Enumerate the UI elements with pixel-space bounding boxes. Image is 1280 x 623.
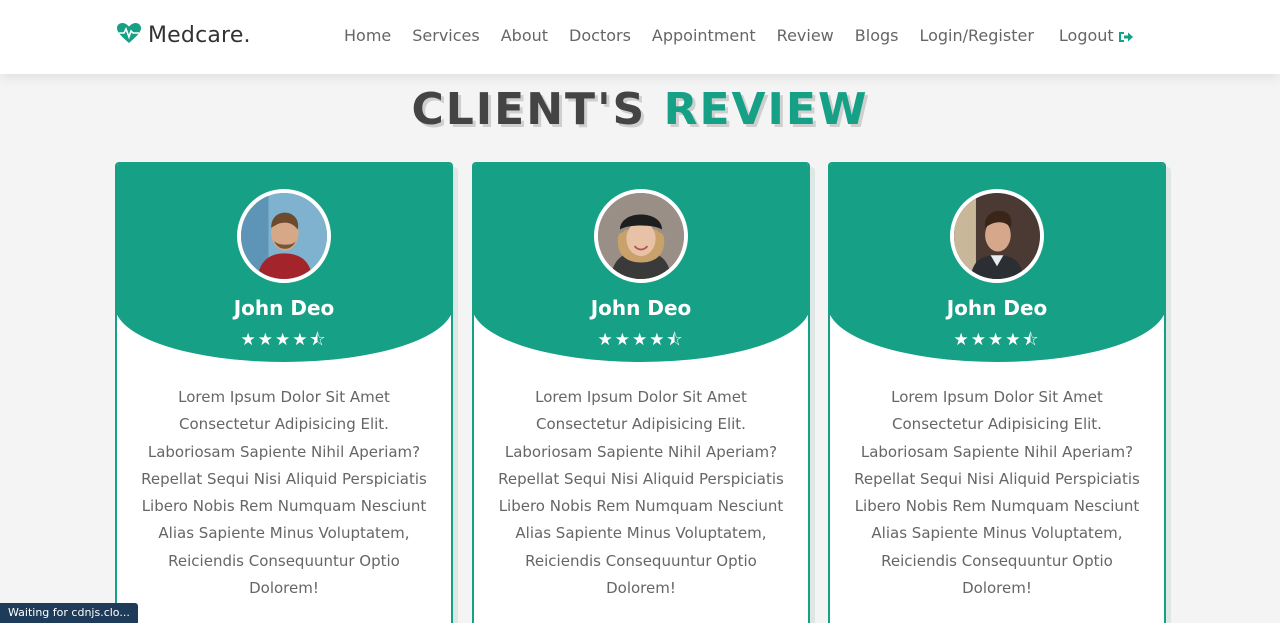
star-rating: ★★★★⯪ [240, 330, 328, 350]
nav-blogs[interactable]: Blogs [855, 26, 899, 45]
review-card: John Deo ★★★★⯪ Lorem Ipsum Dolor Sit Ame… [828, 162, 1166, 623]
sign-out-icon [1118, 29, 1134, 43]
review-text: Lorem Ipsum Dolor Sit Amet Consectetur A… [498, 388, 784, 598]
nav-about[interactable]: About [501, 26, 548, 45]
review-card: John Deo ★★★★⯪ Lorem Ipsum Dolor Sit Ame… [472, 162, 810, 623]
nav-home[interactable]: Home [344, 26, 391, 45]
logout-label: Logout [1058, 26, 1114, 45]
nav-review[interactable]: Review [777, 26, 834, 45]
reviewer-name: John Deo [590, 296, 692, 320]
review-card: John Deo ★★★★⯪ Lorem Ipsum Dolor Sit Ame… [115, 162, 453, 623]
section-heading: CLIENT'S REVIEW [0, 84, 1280, 135]
star-rating: ★★★★⯪ [953, 330, 1041, 350]
star-rating: ★★★★⯪ [597, 330, 685, 350]
heading-part-1: CLIENT'S [411, 84, 647, 135]
nav-login-register[interactable]: Login/Register [919, 26, 1033, 45]
review-text: Lorem Ipsum Dolor Sit Amet Consectetur A… [141, 388, 427, 598]
nav-doctors[interactable]: Doctors [569, 26, 631, 45]
site-header: Medcare. Home Services About Doctors App… [0, 0, 1280, 74]
reviewer-name: John Deo [946, 296, 1048, 320]
brand-name: Medcare. [148, 22, 251, 48]
brand-logo[interactable]: Medcare. [116, 22, 251, 48]
nav-logout[interactable]: Logout [1059, 26, 1134, 45]
browser-status-bar: Waiting for cdnjs.clo... [0, 603, 138, 623]
avatar [237, 189, 331, 283]
avatar [950, 189, 1044, 283]
heading-part-2: REVIEW [663, 84, 869, 135]
nav-appointment[interactable]: Appointment [652, 26, 756, 45]
reviewer-name: John Deo [233, 296, 335, 320]
avatar [594, 189, 688, 283]
nav-services[interactable]: Services [412, 26, 479, 45]
main-nav: Home Services About Doctors Appointment … [344, 26, 1155, 45]
review-text: Lorem Ipsum Dolor Sit Amet Consectetur A… [854, 388, 1140, 598]
heartbeat-icon [116, 22, 142, 48]
